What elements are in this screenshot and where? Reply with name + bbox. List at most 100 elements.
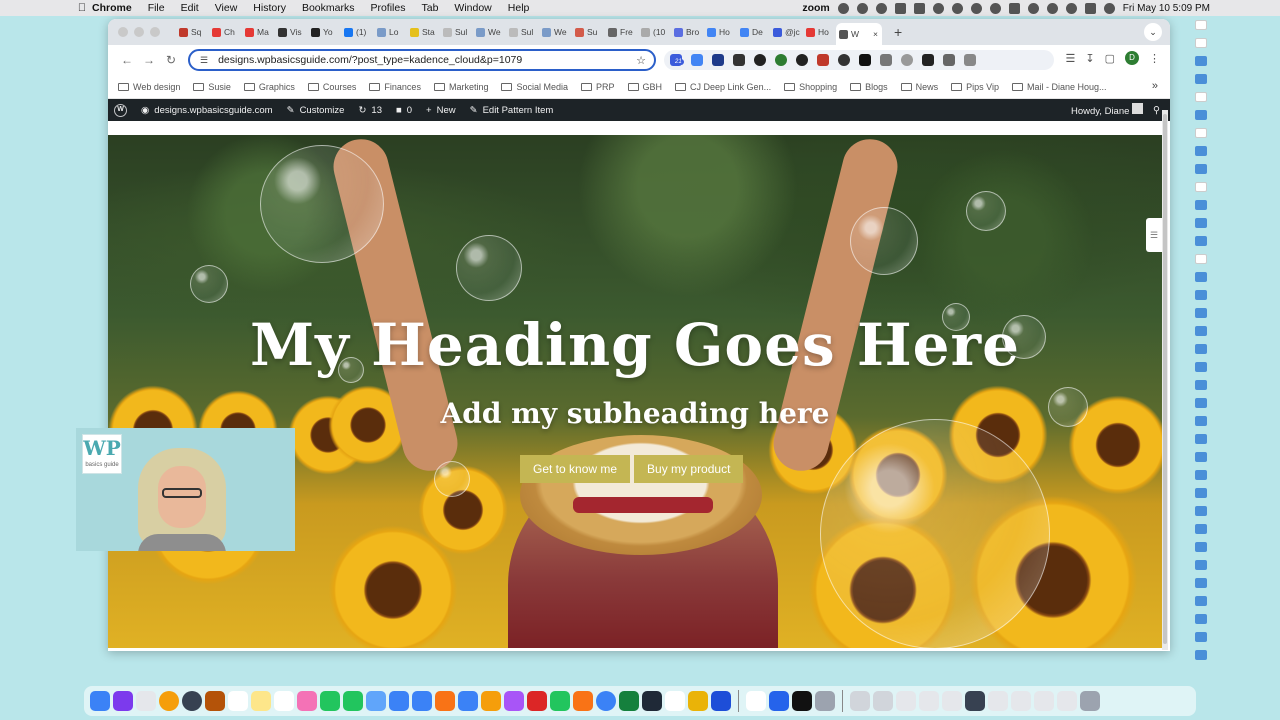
minimized-window-icon[interactable] (1011, 691, 1031, 711)
bookmark-item[interactable]: Mail - Diane Houg... (1012, 82, 1107, 92)
menu-tab[interactable]: Tab (421, 2, 438, 14)
tab-item[interactable]: Su (572, 22, 603, 42)
extension-icon[interactable] (817, 54, 829, 66)
camera-extension-icon[interactable] (943, 54, 955, 66)
chrome-icon[interactable] (159, 691, 179, 711)
menu-view[interactable]: View (215, 2, 238, 14)
folder-icon[interactable] (1195, 164, 1207, 174)
folder-icon[interactable] (1195, 650, 1207, 660)
tab-item[interactable]: @jc (770, 22, 801, 42)
acrobat-icon[interactable] (527, 691, 547, 711)
more-menu-icon[interactable]: ⋮ (1149, 52, 1160, 65)
folder-icon[interactable] (1195, 290, 1207, 300)
textedit-icon[interactable] (274, 691, 294, 711)
menu-edit[interactable]: Edit (181, 2, 199, 14)
app-icon[interactable] (815, 691, 835, 711)
podcasts-icon[interactable] (504, 691, 524, 711)
tab-item[interactable]: Sul (506, 22, 537, 42)
menu-file[interactable]: File (148, 2, 165, 14)
status-icon[interactable] (894, 2, 906, 14)
file-icon[interactable] (1195, 38, 1207, 48)
page-scrollbar[interactable] (1162, 110, 1168, 650)
status-icon[interactable] (875, 2, 887, 14)
puzzle-icon[interactable] (964, 54, 976, 66)
bookmark-item[interactable]: Social Media (501, 82, 568, 92)
folder-icon[interactable] (1195, 326, 1207, 336)
new-tab-button[interactable]: + (894, 24, 902, 40)
app-store-icon[interactable] (458, 691, 478, 711)
folder-icon[interactable] (1195, 272, 1207, 282)
minimized-window-icon[interactable] (942, 691, 962, 711)
minimized-window-icon[interactable] (988, 691, 1008, 711)
folder-icon[interactable] (1195, 596, 1207, 606)
bookmark-item[interactable]: Finances (369, 82, 421, 92)
menu-help[interactable]: Help (508, 2, 530, 14)
site-info-icon[interactable]: ☰ (200, 55, 208, 66)
tab-active[interactable]: W × (836, 23, 882, 45)
zoom-icon[interactable] (769, 691, 789, 711)
volume-icon[interactable] (970, 2, 982, 14)
folder-icon[interactable] (1195, 308, 1207, 318)
wifi-icon[interactable] (1027, 2, 1039, 14)
folder-icon[interactable] (1195, 578, 1207, 588)
extension-icon[interactable]: 21 (670, 54, 684, 66)
wp-howdy[interactable]: Howdy, Diane (1071, 103, 1144, 117)
folder-icon[interactable] (1195, 488, 1207, 498)
wp-comments[interactable]: ■ 0 (396, 105, 412, 116)
bookmarks-more-button[interactable]: » (1152, 80, 1158, 92)
search-icon[interactable] (1065, 2, 1077, 14)
minimized-window-icon[interactable] (1057, 691, 1077, 711)
get-to-know-me-button[interactable]: Get to know me (520, 455, 631, 483)
close-tab-icon[interactable]: × (873, 29, 878, 39)
tab-item[interactable]: Yo (308, 22, 339, 42)
app-icon[interactable] (642, 691, 662, 711)
terminal-icon[interactable] (792, 691, 812, 711)
play-icon[interactable] (951, 2, 963, 14)
bookmark-item[interactable]: Shopping (784, 82, 837, 92)
bookmark-item[interactable]: Pips Vip (951, 82, 999, 92)
tab-item[interactable]: Vis (275, 22, 306, 42)
extension-icon[interactable] (754, 54, 766, 66)
dropbox-icon[interactable] (856, 2, 868, 14)
mail-extension-icon[interactable] (733, 54, 745, 66)
file-icon[interactable] (1195, 254, 1207, 264)
battery-icon[interactable] (1008, 2, 1020, 14)
extension-icon[interactable] (901, 54, 913, 66)
wp-site-name[interactable]: ◉ designs.wpbasicsguide.com (141, 105, 273, 116)
folder-icon[interactable] (1195, 452, 1207, 462)
bookmark-item[interactable]: Web design (118, 82, 180, 92)
profile-avatar[interactable]: D (1125, 51, 1139, 65)
excel-icon[interactable] (619, 691, 639, 711)
word-icon[interactable] (711, 691, 731, 711)
folder-icon[interactable] (1195, 560, 1207, 570)
safari-icon[interactable] (596, 691, 616, 711)
menu-window[interactable]: Window (454, 2, 491, 14)
wp-customize[interactable]: ✎ Customize (287, 105, 345, 116)
folder-icon[interactable] (1195, 524, 1207, 534)
folder-icon[interactable] (1195, 110, 1207, 120)
zoom-status[interactable]: zoom (802, 2, 829, 14)
minimized-window-icon[interactable] (1034, 691, 1054, 711)
folder-icon[interactable] (1195, 200, 1207, 210)
notion-icon[interactable] (913, 2, 925, 14)
finder-icon[interactable] (90, 691, 110, 711)
siri-icon[interactable] (1103, 2, 1115, 14)
launchpad-icon[interactable] (136, 691, 156, 711)
notion-extension-icon[interactable] (922, 54, 934, 66)
menu-bookmarks[interactable]: Bookmarks (302, 2, 355, 14)
download-icon[interactable]: ↧ (1085, 52, 1094, 65)
folder-icon[interactable] (1195, 218, 1207, 228)
file-icon[interactable] (1195, 20, 1207, 30)
user-icon[interactable] (1046, 2, 1058, 14)
folder-icon[interactable] (1195, 506, 1207, 516)
app-icon[interactable] (389, 691, 409, 711)
bookmark-item[interactable]: Marketing (433, 82, 488, 92)
folder-icon[interactable] (1195, 470, 1207, 480)
tab-item[interactable]: We (473, 22, 504, 42)
app-icon[interactable] (688, 691, 708, 711)
photos-icon[interactable] (297, 691, 317, 711)
tab-item[interactable]: Fre (605, 22, 636, 42)
tab-item[interactable]: Lo (374, 22, 405, 42)
control-center-icon[interactable] (1084, 2, 1096, 14)
reload-button[interactable]: ↻ (160, 53, 182, 67)
